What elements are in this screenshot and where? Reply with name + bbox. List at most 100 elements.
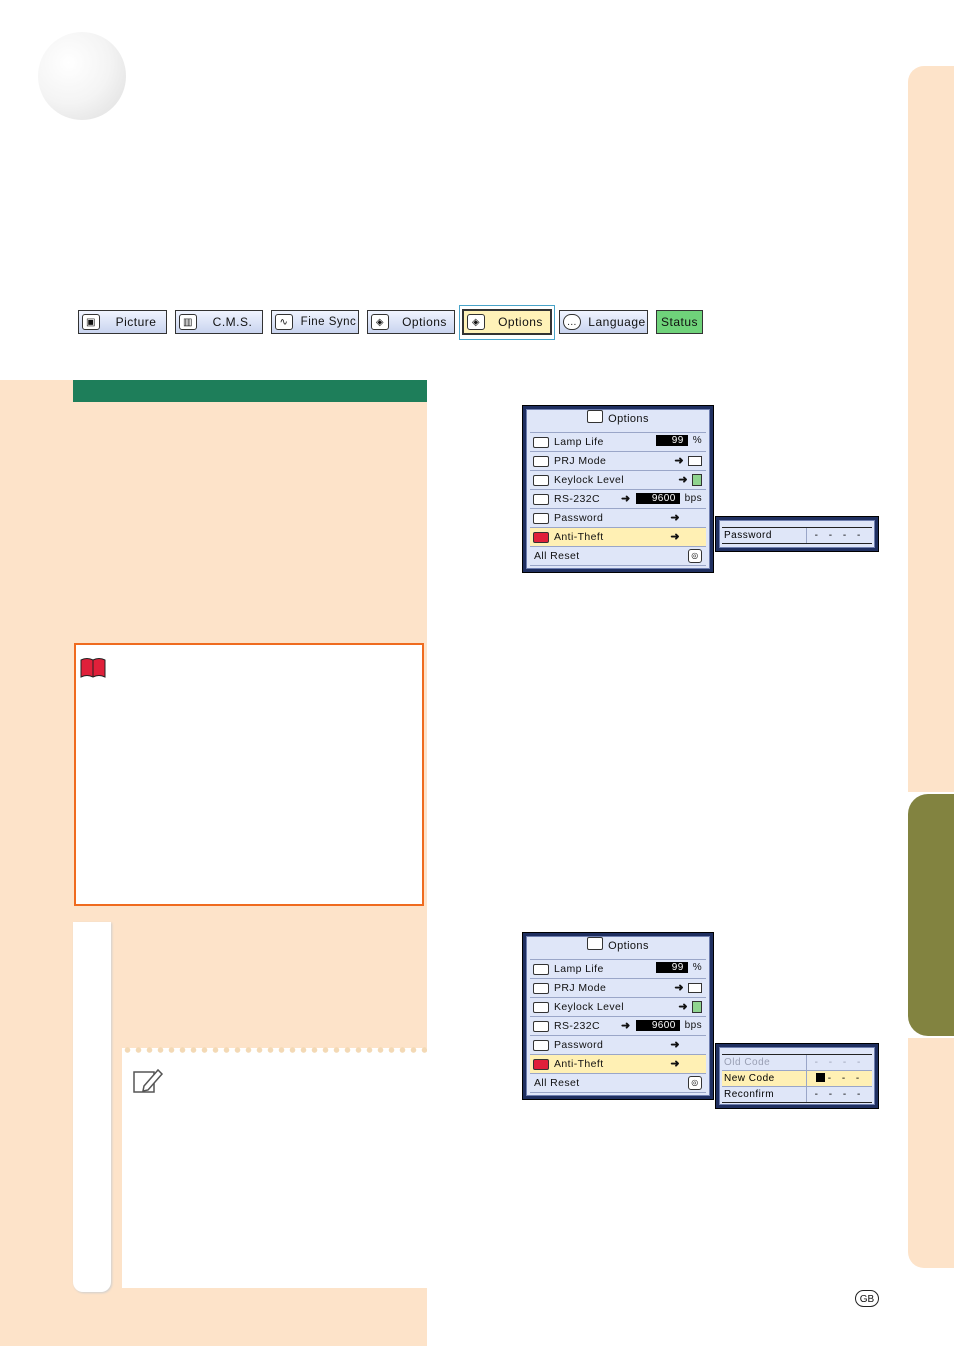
menu-row-prj-mode[interactable]: PRJ Mode ➜ [530, 978, 706, 997]
tab-status[interactable]: Status [656, 310, 703, 334]
pencil-icon [133, 1068, 164, 1093]
menu-tab-bar: ▣ Picture ▥ C.M.S. ∿ Fine Sync ◈ Options… [78, 309, 708, 336]
enter-icon: ◎ [688, 1076, 702, 1090]
anti-theft-icon [533, 1058, 549, 1070]
note-box [122, 1048, 427, 1288]
language-icon: … [563, 314, 581, 330]
info-box [74, 643, 424, 906]
lamp-life-value: 99 [655, 962, 688, 973]
rs232c-icon [533, 1020, 549, 1032]
password-value[interactable]: - - - - [807, 530, 872, 541]
row-label: Anti-Theft [554, 1058, 604, 1070]
arrow-icon: ➜ [674, 982, 684, 994]
reconfirm-label: Reconfirm [722, 1087, 807, 1102]
old-code-row[interactable]: Old Code - - - - [722, 1054, 872, 1070]
options-menu-1: Options Lamp Life 99% PRJ Mode ➜ Keylock… [522, 405, 714, 573]
enter-icon: ◎ [688, 549, 702, 563]
input-cursor [815, 1073, 825, 1082]
options-menu-2: Options Lamp Life 99% PRJ Mode ➜ Keylock… [522, 932, 714, 1100]
unit-label: bps [684, 1020, 702, 1031]
options-icon: ◈ [467, 314, 485, 330]
menu-row-anti-theft[interactable]: Anti-Theft ➜ [530, 527, 706, 546]
note-dotted-border [122, 1046, 427, 1054]
tab-options-2[interactable]: ◈ Options [462, 309, 552, 335]
tab-label: Fine Sync [300, 316, 357, 328]
menu-row-rs232c[interactable]: RS-232C ➜ 9600 bps [530, 489, 706, 508]
arrow-icon: ➜ [621, 1020, 631, 1032]
key-icon [533, 512, 549, 524]
menu-row-prj-mode[interactable]: PRJ Mode ➜ [530, 451, 706, 470]
cms-icon: ▥ [179, 314, 197, 330]
code-box: Old Code - - - - New Code - - - Reconfir… [715, 1043, 879, 1109]
row-label: Anti-Theft [554, 531, 604, 543]
tab-options-1[interactable]: ◈ Options [367, 310, 455, 334]
lock-icon [692, 473, 702, 486]
old-code-value[interactable]: - - - - [807, 1057, 872, 1068]
picture-icon: ▣ [82, 314, 100, 330]
arrow-icon: ➜ [678, 1001, 688, 1013]
side-tab-active [908, 794, 954, 1036]
new-code-row[interactable]: New Code - - - [722, 1070, 872, 1086]
tab-picture[interactable]: ▣ Picture [78, 310, 167, 334]
prj-mode-icon [533, 982, 549, 994]
lock-icon [533, 474, 549, 486]
arrow-icon: ➜ [621, 493, 631, 505]
unit-label: % [692, 962, 702, 973]
arrow-icon: ➜ [670, 512, 680, 524]
menu-row-keylock-level[interactable]: Keylock Level ➜ [530, 470, 706, 489]
tab-label: Picture [115, 315, 157, 329]
side-tab-upper [908, 66, 954, 792]
baud-rate-value: 9600 [635, 1020, 680, 1031]
tab-label: Language [588, 315, 646, 329]
region-badge: GB [855, 1290, 879, 1307]
menu-row-all-reset[interactable]: All Reset ◎ [530, 546, 706, 566]
rs232c-icon [533, 493, 549, 505]
tab-fine-sync[interactable]: ∿ Fine Sync [271, 310, 359, 334]
arrow-icon: ➜ [670, 1039, 680, 1051]
menu-row-password[interactable]: Password ➜ [530, 1035, 706, 1054]
tab-label: Options [498, 315, 543, 329]
tab-label: Status [660, 315, 699, 329]
menu-row-lamp-life[interactable]: Lamp Life 99% [530, 432, 706, 451]
menu-row-lamp-life[interactable]: Lamp Life 99% [530, 959, 706, 978]
tab-label: C.M.S. [212, 315, 253, 329]
row-label: All Reset [534, 1077, 580, 1089]
tab-language[interactable]: … Language [559, 310, 648, 334]
lock-icon [692, 1000, 702, 1013]
tab-cms[interactable]: ▥ C.M.S. [175, 310, 263, 334]
arrow-icon: ➜ [670, 1058, 680, 1070]
chapter-circle [38, 32, 126, 120]
menu-row-password[interactable]: Password ➜ [530, 508, 706, 527]
menu-row-all-reset[interactable]: All Reset ◎ [530, 1073, 706, 1093]
unit-label: % [692, 435, 702, 446]
menu-row-rs232c[interactable]: RS-232C ➜ 9600 bps [530, 1016, 706, 1035]
new-code-label: New Code [722, 1071, 807, 1086]
screen-icon [688, 455, 702, 466]
password-box: Password - - - - [715, 516, 879, 552]
unit-label: bps [684, 493, 702, 504]
reconfirm-row[interactable]: Reconfirm - - - - [722, 1086, 872, 1103]
section-header-bar [73, 380, 427, 402]
book-icon [80, 658, 106, 678]
new-code-value[interactable]: - - - [828, 1073, 864, 1084]
baud-rate-value: 9600 [635, 493, 680, 504]
tab-label: Options [402, 315, 447, 329]
step-strip [73, 922, 111, 1292]
menu-row-keylock-level[interactable]: Keylock Level ➜ [530, 997, 706, 1016]
menu-title: Options [608, 940, 649, 952]
lamp-timer-icon [533, 963, 549, 975]
lock-icon [533, 1001, 549, 1013]
arrow-icon: ➜ [678, 474, 688, 486]
row-label: All Reset [534, 550, 580, 562]
screen-icon [688, 982, 702, 993]
key-icon [533, 1039, 549, 1051]
options-icon [587, 937, 604, 950]
lamp-timer-icon [533, 436, 549, 448]
arrow-icon: ➜ [670, 531, 680, 543]
reconfirm-value[interactable]: - - - - [807, 1089, 872, 1100]
anti-theft-icon [533, 531, 549, 543]
side-tab-lower [908, 1038, 954, 1268]
password-row[interactable]: Password - - - - [722, 527, 872, 544]
lamp-life-value: 99 [655, 435, 688, 446]
menu-row-anti-theft[interactable]: Anti-Theft ➜ [530, 1054, 706, 1073]
